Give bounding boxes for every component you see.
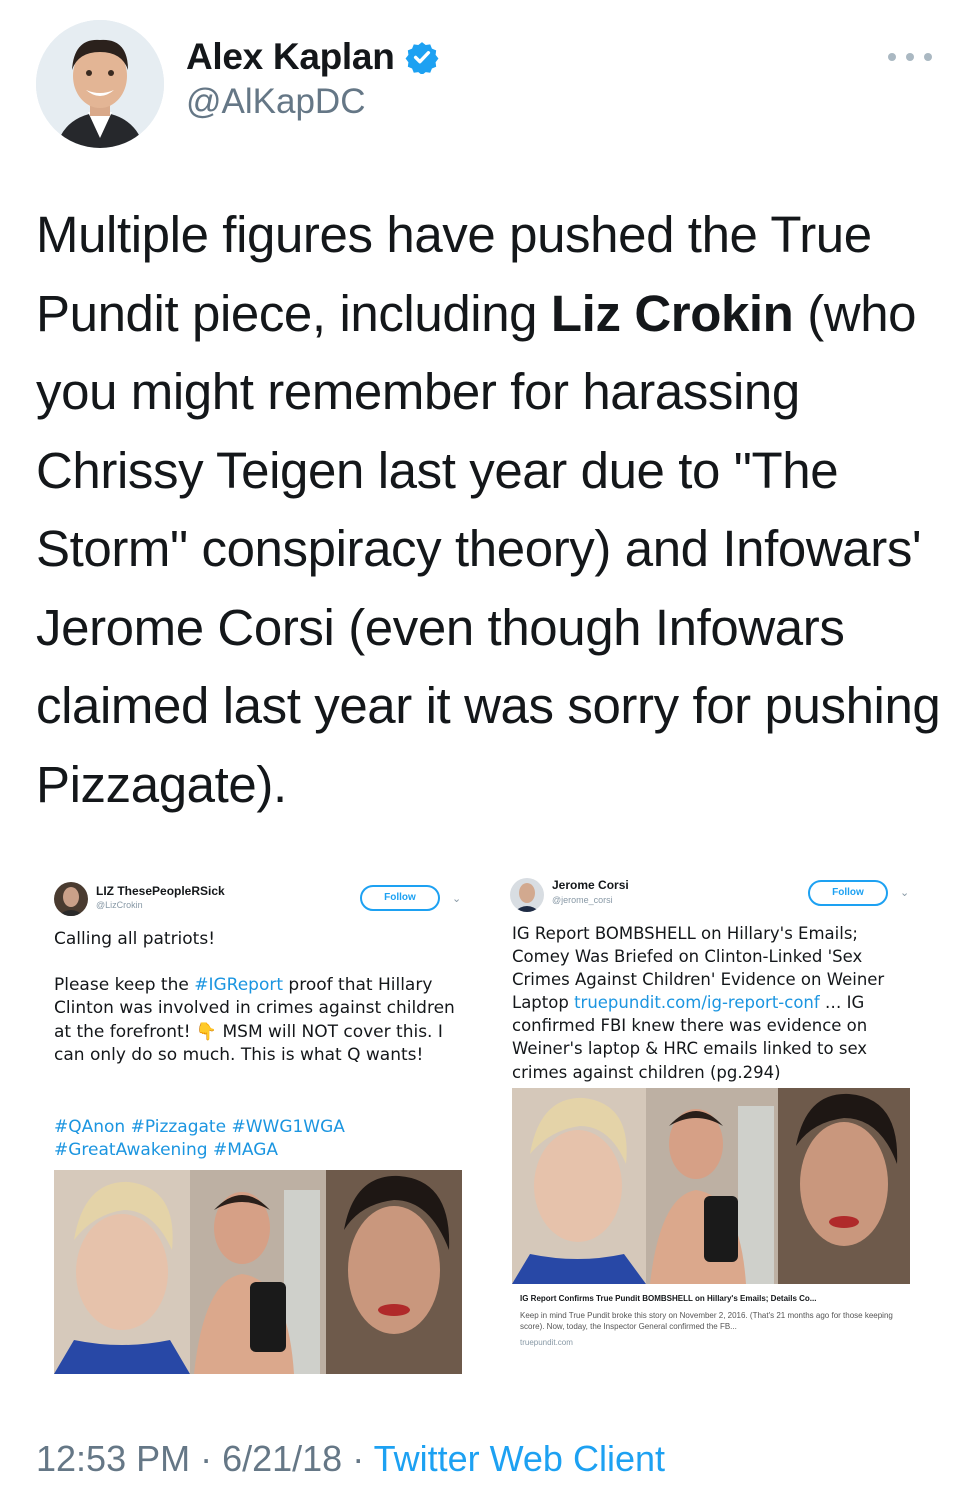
author-handle[interactable]: @AlKapDC — [186, 82, 365, 122]
embedded-tweet-line2: Please keep the #IGReport proof that Hil… — [54, 974, 466, 1068]
link-card-photo-collage — [512, 1088, 910, 1284]
more-options-icon[interactable] — [888, 50, 932, 64]
tweet-date[interactable]: 6/21/18 — [222, 1438, 342, 1479]
verified-badge-icon — [405, 42, 438, 74]
embedded-photo-collage — [54, 1170, 462, 1374]
author-name-row: Alex Kaplan — [186, 36, 439, 78]
footer-separator: · — [342, 1438, 374, 1479]
follow-button[interactable]: Follow — [808, 880, 888, 906]
chevron-down-icon[interactable]: ⌄ — [452, 892, 461, 905]
link-card-description: Keep in mind True Pundit broke this stor… — [520, 1311, 893, 1331]
tweet-time[interactable]: 12:53 PM — [36, 1438, 190, 1479]
embedded-text-part: Please keep the — [54, 975, 195, 995]
embedded-handle: @LizCrokin — [96, 900, 143, 910]
embedded-tweet-text: IG Report BOMBSHELL on Hillary's Emails;… — [512, 922, 912, 1084]
tweet-text: Multiple figures have pushed the True Pu… — [36, 196, 941, 824]
embedded-name: Jerome Corsi — [552, 878, 629, 892]
more-dot — [888, 53, 896, 61]
embedded-hashtags[interactable]: #QAnon #Pizzagate #WWG1WGA #GreatAwakeni… — [54, 1116, 384, 1163]
hashtag-link[interactable]: #IGReport — [194, 975, 283, 995]
author-display-name[interactable]: Alex Kaplan — [186, 36, 395, 78]
link-card-domain: truepundit.com — [520, 1338, 573, 1347]
embedded-name: LIZ ThesePeopleRSick — [96, 884, 225, 898]
embedded-avatar-photo — [54, 882, 88, 916]
link-card-title[interactable]: IG Report Confirms True Pundit BOMBSHELL… — [520, 1294, 912, 1303]
embedded-avatar — [510, 878, 544, 912]
embedded-tweet-line1: Calling all patriots! — [54, 929, 216, 949]
follow-button[interactable]: Follow — [360, 885, 440, 911]
link-card-photo[interactable] — [512, 1088, 910, 1284]
footer-separator: · — [190, 1438, 223, 1479]
embedded-screenshot-left[interactable]: LIZ ThesePeopleRSick @LizCrokin Follow ⌄… — [40, 858, 472, 1388]
more-dot — [906, 53, 914, 61]
more-dot — [924, 53, 932, 61]
tweet-footer: 12:53 PM · 6/21/18 · Twitter Web Client — [36, 1438, 665, 1480]
embedded-avatar-photo — [510, 878, 544, 912]
embedded-avatar — [54, 882, 88, 916]
embedded-photo[interactable] — [54, 1170, 462, 1374]
tweet-text-bold-segment: Liz Crokin — [550, 284, 794, 342]
avatar-photo — [36, 20, 164, 148]
tweet-client-link[interactable]: Twitter Web Client — [374, 1438, 665, 1479]
author-avatar[interactable] — [36, 20, 164, 148]
embedded-handle: @jerome_corsi — [552, 895, 613, 905]
url-link[interactable]: truepundit.com/ig-report-conf — [574, 993, 820, 1012]
chevron-down-icon[interactable]: ⌄ — [900, 886, 909, 899]
tweet-text-segment-3: (who you might remember for harassing Ch… — [36, 284, 941, 813]
embedded-screenshot-right[interactable]: Jerome Corsi @jerome_corsi Follow ⌄ IG R… — [498, 858, 924, 1388]
